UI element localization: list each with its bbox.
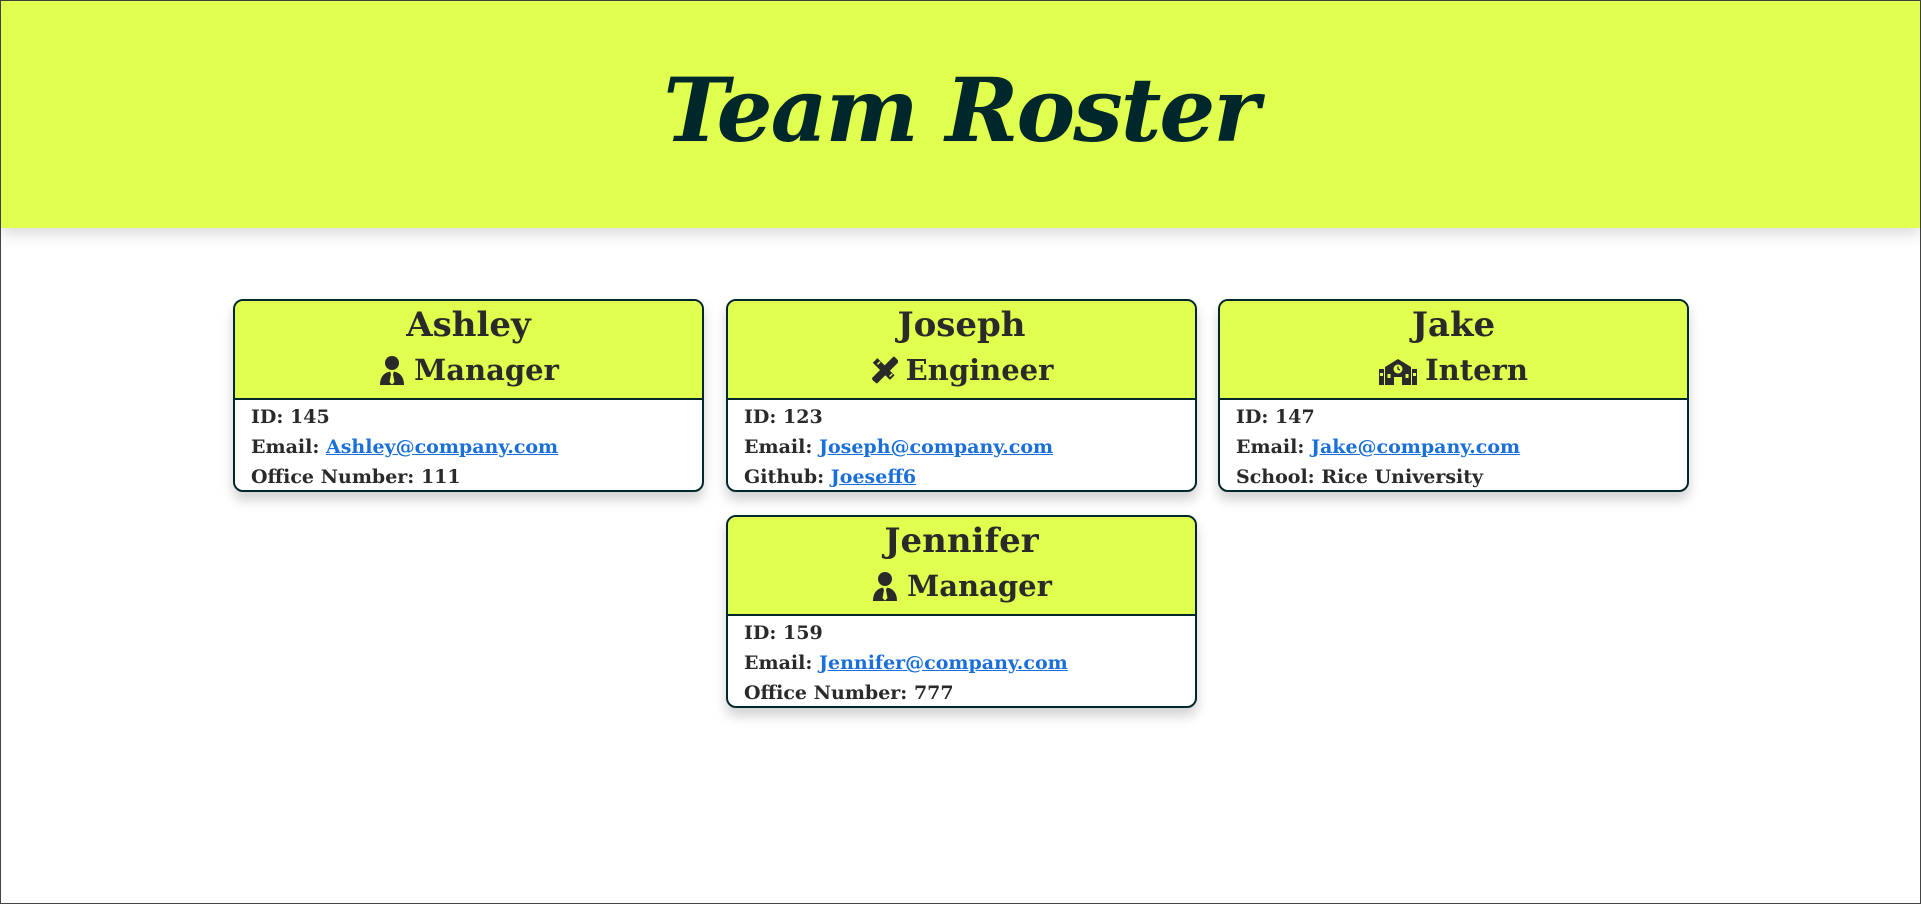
employee-card-jennifer: Jennifer Manager ID: 159 Email: Jennifer… (726, 515, 1197, 708)
card-header: Ashley Manager (235, 301, 702, 400)
employee-name: Ashley (406, 305, 531, 345)
email-link[interactable]: Joseph@company.com (819, 436, 1053, 458)
card-header: Jennifer Manager (728, 517, 1195, 616)
email-row: Email: Jake@company.com (1236, 432, 1671, 462)
employee-role: Engineer (728, 350, 1195, 390)
card-body: ID: 145 Email: Ashley@company.com Office… (235, 400, 702, 490)
id-label: ID: (1236, 406, 1269, 428)
employee-role: Manager (728, 566, 1195, 606)
role-label: Engineer (905, 353, 1054, 387)
employee-name: Jennifer (884, 521, 1039, 561)
pencil-ruler-icon (870, 355, 898, 385)
id-row: ID: 147 (1236, 402, 1671, 432)
email-link[interactable]: Ashley@company.com (326, 436, 558, 458)
email-label: Email: (251, 436, 320, 458)
id-value: 147 (1275, 406, 1315, 428)
id-value: 159 (783, 622, 823, 644)
employee-card-jake: Jake Intern ID: 147 Email: Jake@company.… (1218, 299, 1689, 492)
id-value: 145 (290, 406, 330, 428)
github-row: Github: Joeseff6 (744, 462, 1179, 490)
github-link[interactable]: Joeseff6 (831, 466, 916, 488)
school-value: Rice University (1321, 466, 1484, 488)
office-row: Office Number: 777 (744, 678, 1179, 706)
card-body: ID: 159 Email: Jennifer@company.com Offi… (728, 616, 1195, 706)
user-tie-icon (378, 355, 406, 385)
office-value: 777 (913, 682, 954, 704)
email-label: Email: (744, 436, 813, 458)
role-label: Manager (414, 353, 559, 387)
school-row: School: Rice University (1236, 462, 1671, 490)
employee-card-joseph: Joseph Engineer ID: 123 Email: Joseph@co… (726, 299, 1197, 492)
email-link[interactable]: Jake@company.com (1311, 436, 1520, 458)
role-label: Manager (907, 569, 1052, 603)
id-row: ID: 145 (251, 402, 686, 432)
id-label: ID: (744, 622, 777, 644)
card-body: ID: 123 Email: Joseph@company.com Github… (728, 400, 1195, 490)
id-label: ID: (744, 406, 777, 428)
office-value: 111 (420, 466, 461, 488)
id-value: 123 (783, 406, 823, 428)
card-header: Jake Intern (1220, 301, 1687, 400)
user-tie-icon (871, 571, 899, 601)
email-row: Email: Jennifer@company.com (744, 648, 1179, 678)
card-body: ID: 147 Email: Jake@company.com School: … (1220, 400, 1687, 490)
id-label: ID: (251, 406, 284, 428)
school-label: School: (1236, 466, 1315, 488)
email-label: Email: (1236, 436, 1305, 458)
employee-card-ashley: Ashley Manager ID: 145 Email: Ashley@com… (233, 299, 704, 492)
employee-role: Intern (1220, 350, 1687, 390)
card-header: Joseph Engineer (728, 301, 1195, 400)
office-label: Office Number: (744, 682, 908, 704)
employee-name: Jake (1411, 305, 1496, 345)
email-link[interactable]: Jennifer@company.com (819, 652, 1068, 674)
email-row: Email: Ashley@company.com (251, 432, 686, 462)
page-title: Team Roster (663, 57, 1260, 162)
page: Team Roster Ashley Manager ID: 145 Email… (0, 0, 1921, 904)
id-row: ID: 159 (744, 618, 1179, 648)
email-row: Email: Joseph@company.com (744, 432, 1179, 462)
id-row: ID: 123 (744, 402, 1179, 432)
school-icon (1379, 355, 1418, 385)
employee-name: Joseph (897, 305, 1026, 345)
office-label: Office Number: (251, 466, 415, 488)
office-row: Office Number: 111 (251, 462, 686, 490)
github-label: Github: (744, 466, 825, 488)
role-label: Intern (1425, 353, 1528, 387)
page-header: Team Roster (1, 1, 1920, 228)
email-label: Email: (744, 652, 813, 674)
employee-role: Manager (235, 350, 702, 390)
